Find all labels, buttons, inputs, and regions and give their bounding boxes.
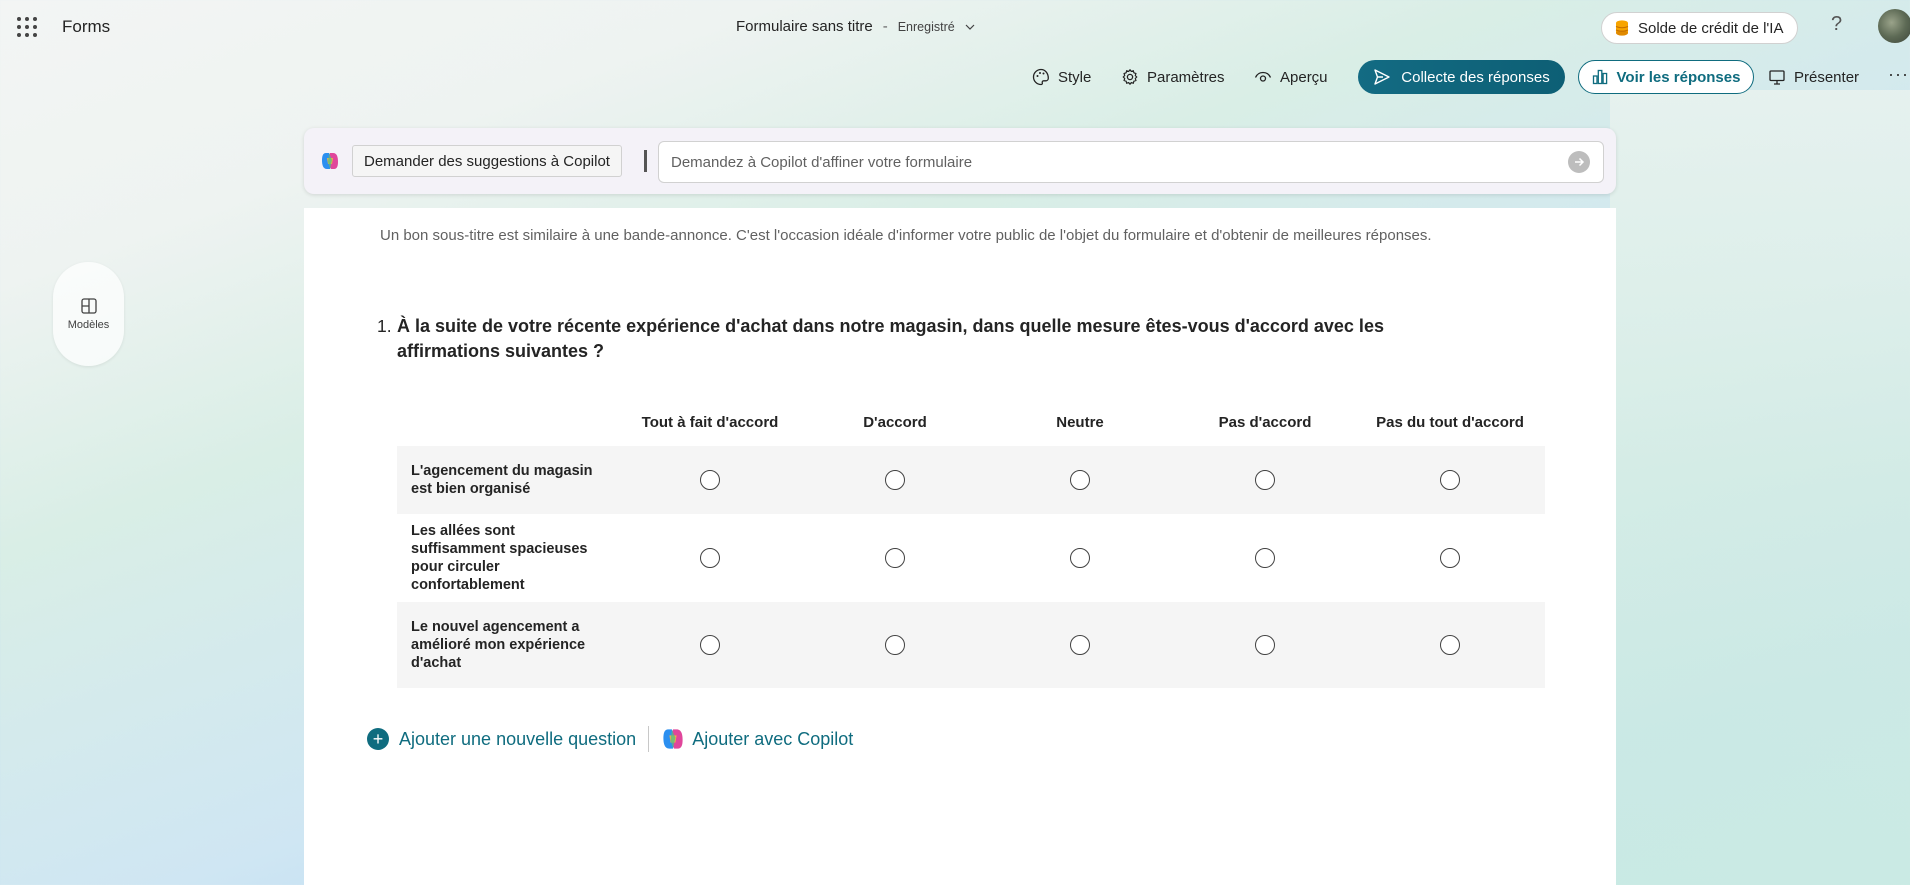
view-responses-button[interactable]: Voir les réponses: [1578, 60, 1754, 94]
likert-radio[interactable]: [1255, 470, 1275, 490]
likert-radio[interactable]: [1440, 635, 1460, 655]
coin-stack-icon: [1615, 20, 1629, 36]
style-button[interactable]: Style: [1032, 68, 1091, 86]
likert-radio[interactable]: [1070, 470, 1090, 490]
likert-radio[interactable]: [1255, 548, 1275, 568]
copilot-icon: [322, 153, 338, 169]
likert-radio[interactable]: [700, 548, 720, 568]
likert-column-header: D'accord: [863, 414, 927, 431]
likert-radio[interactable]: [885, 548, 905, 568]
preview-button[interactable]: Aperçu: [1254, 68, 1328, 86]
send-arrow-icon[interactable]: [1568, 151, 1590, 173]
top-bar: Forms Formulaire sans titre - Enregistré…: [0, 0, 1910, 54]
likert-row-label: L'agencement du magasin est bien organis…: [411, 463, 593, 497]
title-separator: -: [882, 18, 888, 35]
likert-column-header: Tout à fait d'accord: [641, 414, 779, 431]
add-with-copilot-button[interactable]: Ajouter avec Copilot: [692, 729, 853, 750]
likert-radio[interactable]: [1255, 635, 1275, 655]
divider: [644, 150, 647, 172]
likert-radio[interactable]: [700, 635, 720, 655]
present-label: Présenter: [1794, 68, 1860, 86]
form-subtitle[interactable]: Un bon sous-titre est similaire à une ba…: [380, 227, 1432, 244]
app-name[interactable]: Forms: [62, 17, 110, 37]
likert-row: L'agencement du magasin est bien organis…: [397, 446, 1545, 514]
collect-responses-label: Collecte des réponses: [1401, 68, 1550, 86]
background-decoration: [1610, 90, 1910, 885]
form-title-area[interactable]: Formulaire sans titre - Enregistré: [736, 18, 975, 35]
app-launcher-icon[interactable]: [17, 17, 37, 37]
likert-column-header: Pas d'accord: [1218, 414, 1312, 431]
form-card: Un bon sous-titre est similaire à une ba…: [304, 208, 1616, 885]
likert-column-header: Pas du tout d'accord: [1376, 414, 1524, 431]
templates-button[interactable]: Modèles: [53, 262, 124, 366]
add-question-button[interactable]: Ajouter une nouvelle question: [399, 729, 636, 750]
gear-icon: [1122, 68, 1138, 86]
help-icon[interactable]: ?: [1831, 13, 1842, 36]
likert-row: Les allées sont suffisamment spacieuses …: [397, 514, 1545, 602]
preview-label: Aperçu: [1280, 68, 1328, 86]
settings-button[interactable]: Paramètres: [1121, 68, 1225, 86]
question-title[interactable]: À la suite de votre récente expérience d…: [397, 314, 1417, 364]
form-title[interactable]: Formulaire sans titre: [736, 18, 873, 35]
ai-credit-button[interactable]: Solde de crédit de l'IA: [1601, 12, 1799, 44]
send-icon: [1374, 69, 1390, 85]
likert-radio[interactable]: [700, 470, 720, 490]
likert-radio[interactable]: [1440, 470, 1460, 490]
likert-column-header: Neutre: [1056, 414, 1104, 431]
plus-circle-icon[interactable]: +: [367, 728, 389, 750]
likert-row-label: Les allées sont suffisamment spacieuses …: [411, 523, 588, 593]
likert-radio[interactable]: [1440, 548, 1460, 568]
divider: [648, 726, 650, 752]
eye-icon: [1254, 71, 1272, 82]
add-question-bar: + Ajouter une nouvelle question Ajouter …: [367, 726, 853, 752]
settings-label: Paramètres: [1147, 68, 1225, 86]
likert-row-label: Le nouvel agencement a amélioré mon expé…: [411, 619, 586, 671]
likert-grid: Tout à fait d'accord D'accord Neutre Pas…: [397, 398, 1545, 688]
likert-radio[interactable]: [1070, 548, 1090, 568]
copilot-bar: Demander des suggestions à Copilot: [304, 128, 1616, 194]
monitor-icon: [1769, 70, 1785, 85]
likert-row: Le nouvel agencement a amélioré mon expé…: [397, 602, 1545, 688]
style-label: Style: [1058, 68, 1092, 86]
avatar[interactable]: [1878, 9, 1910, 43]
view-responses-label: Voir les réponses: [1616, 68, 1741, 86]
likert-radio[interactable]: [1070, 635, 1090, 655]
likert-radio[interactable]: [885, 635, 905, 655]
ai-credit-label: Solde de crédit de l'IA: [1638, 19, 1784, 37]
copilot-suggestions-button[interactable]: Demander des suggestions à Copilot: [352, 145, 622, 177]
question-number: 1.: [377, 316, 392, 336]
copilot-icon: [663, 729, 683, 749]
copilot-input[interactable]: [658, 141, 1604, 183]
palette-icon: [1032, 68, 1049, 86]
templates-label: Modèles: [67, 319, 110, 331]
likert-radio[interactable]: [885, 470, 905, 490]
chart-bars-icon: [1592, 69, 1607, 85]
layout-icon: [80, 298, 97, 314]
likert-header: Tout à fait d'accord D'accord Neutre Pas…: [397, 398, 1545, 446]
collect-responses-button[interactable]: Collecte des réponses: [1358, 60, 1565, 94]
more-options-icon[interactable]: ···: [1888, 64, 1909, 85]
present-button[interactable]: Présenter: [1768, 68, 1859, 86]
chevron-down-icon[interactable]: [965, 22, 975, 32]
save-status: Enregistré: [897, 19, 955, 34]
